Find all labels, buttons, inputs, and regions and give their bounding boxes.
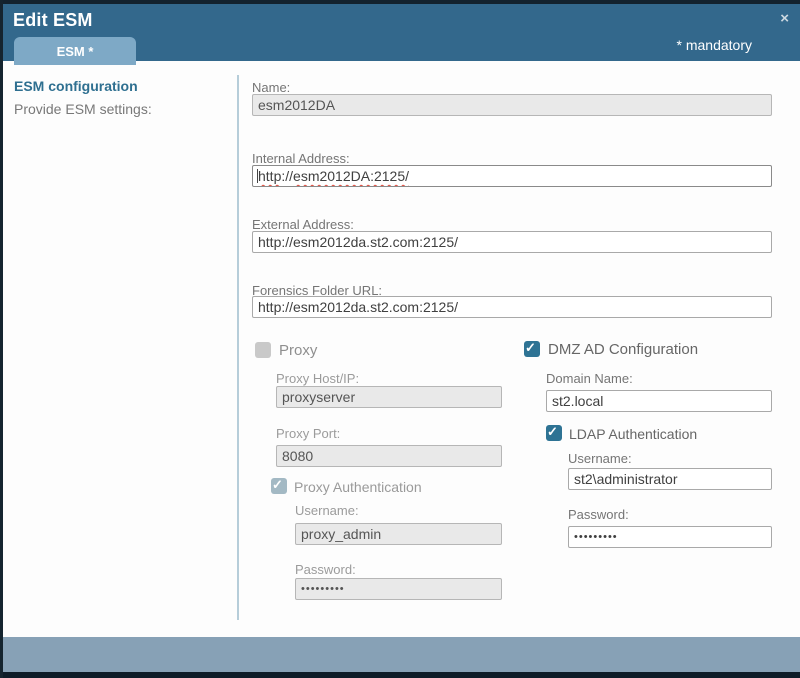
check-icon: ✓ — [272, 477, 283, 493]
sidebar-subheading: Provide ESM settings: — [14, 101, 152, 117]
proxy-checkbox[interactable]: ✓ — [255, 342, 271, 358]
proxy-username-input — [295, 523, 502, 545]
internal-address-input[interactable]: http://esm2012DA:2125/ — [252, 165, 772, 187]
background-page-strip-bottom — [0, 672, 800, 678]
proxy-port-input — [276, 445, 502, 467]
external-address-label: External Address: — [252, 217, 354, 232]
ldap-auth-checkbox-label: LDAP Authentication — [569, 426, 697, 442]
dmz-ad-checkbox-label: DMZ AD Configuration — [548, 341, 698, 358]
mandatory-note: * mandatory — [677, 37, 752, 53]
sidebar-heading: ESM configuration — [14, 78, 138, 94]
proxy-password-label: Password: — [295, 562, 356, 577]
check-icon: ✓ — [547, 424, 558, 440]
proxy-password-input — [295, 578, 502, 600]
proxy-auth-checkbox: ✓ — [271, 478, 287, 494]
background-page-strip-top — [0, 0, 800, 4]
forensics-url-input[interactable] — [252, 296, 772, 318]
page-title: Edit ESM — [13, 10, 93, 31]
check-icon: ✓ — [525, 340, 536, 356]
external-address-input[interactable] — [252, 231, 772, 253]
edit-esm-dialog: Edit ESM × * mandatory ESM * ESM configu… — [0, 0, 800, 678]
internal-address-label: Internal Address: — [252, 151, 350, 166]
footer-bar: Save Cancel — [0, 637, 800, 672]
domain-name-input[interactable] — [546, 390, 772, 412]
ldap-auth-checkbox[interactable]: ✓ — [546, 425, 562, 441]
proxy-auth-checkbox-label: Proxy Authentication — [294, 479, 422, 495]
domain-name-label: Domain Name: — [546, 371, 633, 386]
ldap-password-input[interactable] — [568, 526, 772, 548]
ldap-username-label: Username: — [568, 451, 632, 466]
dmz-ad-checkbox[interactable]: ✓ — [524, 341, 540, 357]
proxy-host-label: Proxy Host/IP: — [276, 371, 359, 386]
ldap-username-input[interactable] — [568, 468, 772, 490]
proxy-username-label: Username: — [295, 503, 359, 518]
tab-esm[interactable]: ESM * — [14, 37, 136, 65]
ldap-password-label: Password: — [568, 507, 629, 522]
vertical-divider — [237, 75, 239, 620]
proxy-port-label: Proxy Port: — [276, 426, 340, 441]
proxy-host-input — [276, 386, 502, 408]
background-page-strip-left — [0, 0, 3, 678]
proxy-checkbox-label: Proxy — [279, 342, 317, 359]
dialog-header: Edit ESM × * mandatory ESM * — [0, 4, 800, 61]
name-label: Name: — [252, 80, 290, 95]
close-icon[interactable]: × — [780, 10, 789, 28]
name-input — [252, 94, 772, 116]
